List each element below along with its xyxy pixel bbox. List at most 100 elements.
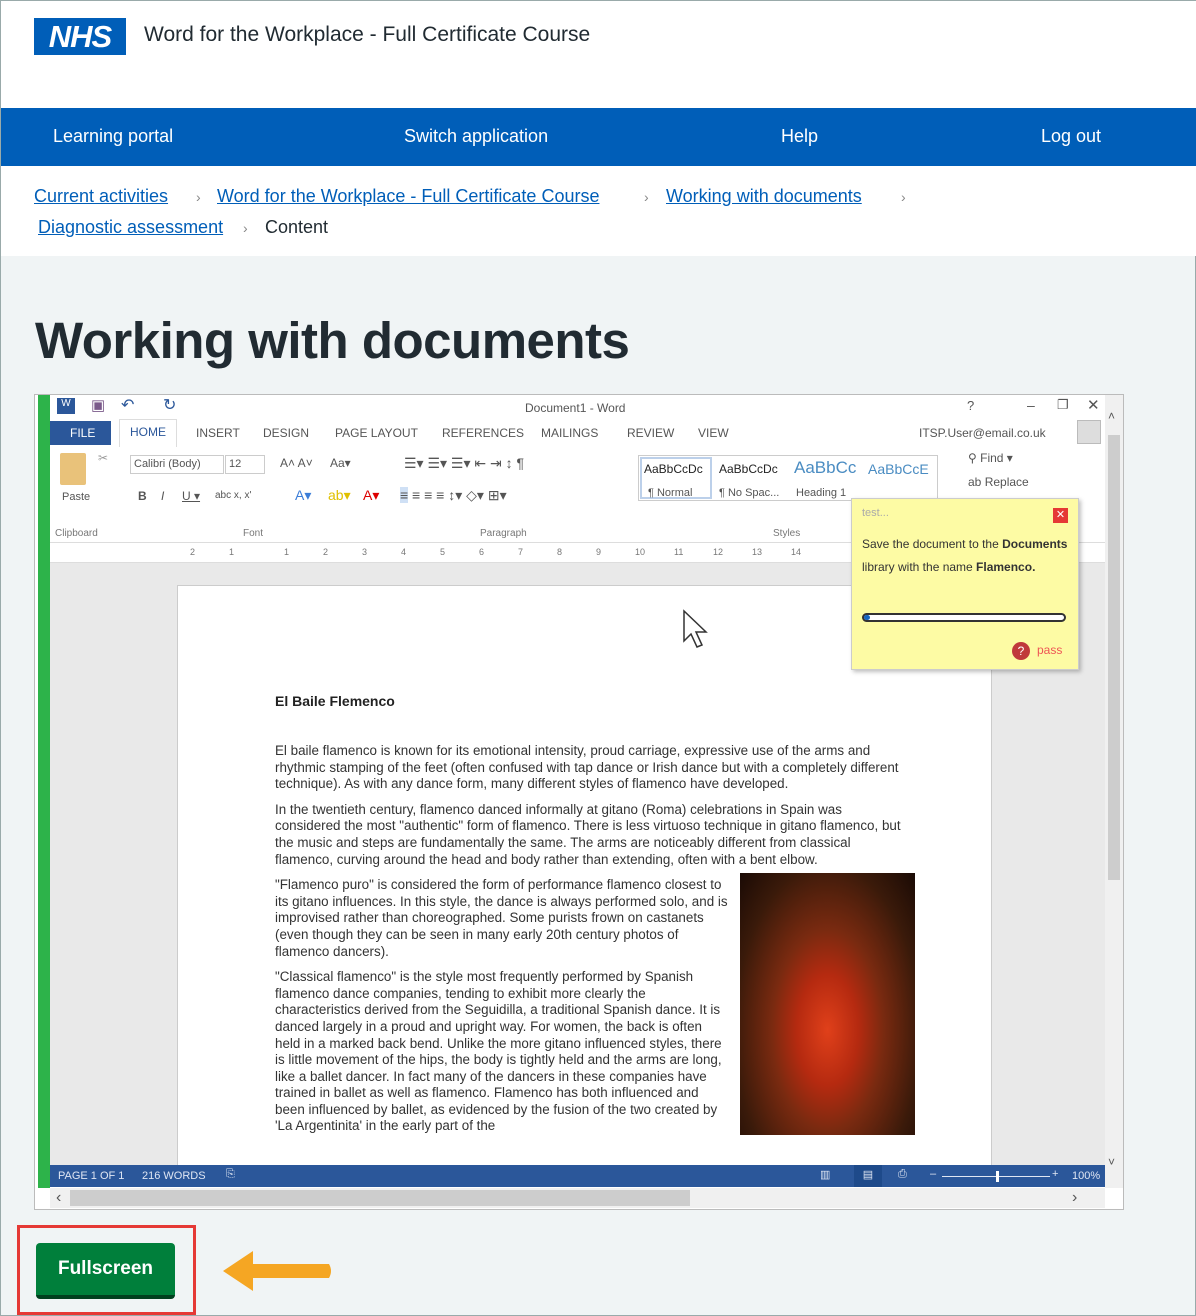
italic-icon[interactable]: I: [161, 489, 164, 503]
highlight-icon[interactable]: ab▾: [328, 487, 351, 504]
style-heading1-sample[interactable]: AaBbCc: [794, 458, 856, 478]
font-color-icon[interactable]: A▾: [363, 487, 379, 504]
scroll-thumb[interactable]: [1108, 435, 1120, 880]
web-layout-icon[interactable]: ⎙: [898, 1168, 907, 1181]
paste-label[interactable]: Paste: [62, 491, 90, 503]
strikethrough-subscript-superscript-icons[interactable]: abc x, x': [215, 490, 251, 501]
zoom-out-icon[interactable]: –: [930, 1168, 936, 1180]
tab-review[interactable]: REVIEW: [627, 426, 674, 440]
alignment-icons[interactable]: ≡ ≡ ≡ ≡ ↕▾ ◇▾ ⊞▾: [400, 487, 507, 504]
fullscreen-button[interactable]: Fullscreen: [36, 1243, 175, 1299]
paste-icon[interactable]: [60, 453, 86, 485]
read-mode-icon[interactable]: ▥: [820, 1168, 830, 1181]
breadcrumb-current-activities[interactable]: Current activities: [34, 186, 168, 207]
horizontal-scrollbar[interactable]: ‹ ›: [50, 1188, 1105, 1208]
zoom-level[interactable]: 100%: [1072, 1170, 1100, 1182]
tab-file[interactable]: FILE: [50, 421, 111, 445]
font-name-select[interactable]: Calibri (Body): [130, 455, 224, 474]
underline-icon[interactable]: U ▾: [182, 489, 200, 503]
close-icon[interactable]: ✕: [1087, 396, 1100, 414]
scroll-left-icon[interactable]: ‹: [56, 1189, 61, 1207]
tab-design[interactable]: DESIGN: [263, 426, 309, 440]
change-case-icon[interactable]: Aa▾: [330, 456, 351, 470]
document-page[interactable]: El Baile Flemenco El baile flamenco is k…: [177, 585, 992, 1185]
nav-learning-portal[interactable]: Learning portal: [53, 126, 173, 147]
user-account[interactable]: ITSP.User@email.co.uk: [919, 426, 1046, 440]
ruler-tick: 14: [791, 547, 802, 557]
site-header: NHS Word for the Workplace - Full Certif…: [1, 1, 1196, 108]
page-count[interactable]: PAGE 1 OF 1: [58, 1170, 124, 1182]
minimize-icon[interactable]: –: [1027, 397, 1035, 413]
nav-switch-application[interactable]: Switch application: [404, 126, 548, 147]
restore-icon[interactable]: ❐: [1057, 397, 1069, 413]
tab-view[interactable]: VIEW: [698, 426, 729, 440]
save-icon[interactable]: ▣: [91, 396, 105, 414]
tab-page-layout[interactable]: PAGE LAYOUT: [335, 426, 418, 440]
arrow-left-icon: [223, 1251, 331, 1291]
zoom-slider[interactable]: [942, 1171, 1050, 1182]
mouse-cursor-icon: [683, 609, 708, 648]
group-font: Font: [243, 528, 264, 539]
window-title: Document1 - Word: [525, 401, 626, 415]
print-layout-icon[interactable]: ▤: [854, 1165, 882, 1187]
group-styles: Styles: [773, 528, 801, 539]
scroll-up-icon[interactable]: ˄: [1108, 409, 1115, 423]
page-title: Working with documents: [35, 312, 630, 369]
replace-icon: ab: [968, 475, 985, 489]
chevron-right-icon: ›: [196, 189, 201, 205]
replace-button[interactable]: ab Replace: [968, 475, 1029, 489]
scroll-down-icon[interactable]: ˅: [1108, 1155, 1115, 1169]
document-body[interactable]: El baile flamenco is known for its emoti…: [275, 743, 915, 1144]
undo-icon[interactable]: ↶: [121, 395, 134, 415]
task-panel: test... ✕ Save the document to the Docum…: [851, 498, 1079, 670]
ruler-tick: 1: [229, 547, 235, 557]
ruler-tick: 13: [752, 547, 763, 557]
nav-help[interactable]: Help: [781, 126, 818, 147]
ruler-tick: 2: [190, 547, 196, 557]
scroll-right-icon[interactable]: ›: [1072, 1189, 1077, 1207]
help-icon[interactable]: ?: [967, 398, 974, 413]
close-icon[interactable]: ✕: [1053, 508, 1068, 523]
ruler-tick: 5: [440, 547, 446, 557]
ruler-tick: 12: [713, 547, 724, 557]
text-effects-icon[interactable]: A▾: [295, 487, 311, 504]
cut-icon[interactable]: ✂: [98, 451, 108, 465]
style-no-spacing[interactable]: ¶ No Spac...: [719, 487, 779, 499]
nhs-logo[interactable]: NHS: [34, 18, 126, 55]
word-count[interactable]: 216 WORDS: [142, 1170, 206, 1182]
vertical-scrollbar[interactable]: ˄ ˅: [1105, 395, 1123, 1188]
style-heading2-sample[interactable]: AaBbCcE: [868, 461, 929, 477]
avatar[interactable]: [1077, 420, 1101, 444]
style-normal[interactable]: ¶ Normal: [648, 487, 692, 499]
task-instruction: Save the document to the Documents libra…: [862, 537, 1068, 574]
tab-mailings[interactable]: MAILINGS: [541, 426, 598, 440]
redo-icon[interactable]: ↻: [163, 395, 176, 415]
find-button[interactable]: ⚲ Find ▾: [968, 451, 1013, 465]
breadcrumb-course[interactable]: Word for the Workplace - Full Certificat…: [217, 186, 599, 207]
breadcrumb-current: Content: [265, 217, 329, 237]
tab-insert[interactable]: INSERT: [196, 426, 240, 440]
flamenco-dancer-image: [740, 873, 915, 1136]
nav-log-out[interactable]: Log out: [1041, 126, 1101, 147]
zoom-in-icon[interactable]: +: [1052, 1168, 1058, 1180]
pass-link[interactable]: pass: [1037, 643, 1062, 657]
paragraph: In the twentieth century, flamenco dance…: [275, 801, 901, 867]
bullets-numbering-icons[interactable]: ☰▾ ☰▾ ☰▾ ⇤ ⇥ ↕ ¶: [404, 455, 524, 472]
grow-font-icon[interactable]: A˄ A˅: [280, 456, 313, 470]
style-no-spacing-sample[interactable]: AaBbCcDc: [719, 462, 778, 476]
style-heading1[interactable]: Heading 1: [796, 487, 846, 499]
tab-home[interactable]: HOME: [119, 419, 177, 447]
word-app-icon: W: [57, 398, 75, 414]
font-size-select[interactable]: 12: [225, 455, 265, 474]
bold-icon[interactable]: B: [138, 489, 147, 503]
style-normal-sample[interactable]: AaBbCcDc: [644, 462, 703, 476]
proofing-icon[interactable]: ⎘: [226, 1168, 235, 1181]
word-simulation[interactable]: W ▣ ↶ ↻ Document1 - Word ? – ❐ ✕ FILE HO…: [34, 394, 1124, 1210]
breadcrumb-working-with-documents[interactable]: Working with documents: [666, 186, 862, 207]
chevron-right-icon: ›: [644, 189, 649, 205]
breadcrumb-diagnostic-assessment[interactable]: Diagnostic assessment: [38, 217, 223, 238]
tab-references[interactable]: REFERENCES: [442, 426, 524, 440]
group-paragraph: Paragraph: [480, 528, 527, 539]
scroll-thumb[interactable]: [70, 1190, 690, 1206]
help-icon[interactable]: ?: [1012, 642, 1030, 660]
